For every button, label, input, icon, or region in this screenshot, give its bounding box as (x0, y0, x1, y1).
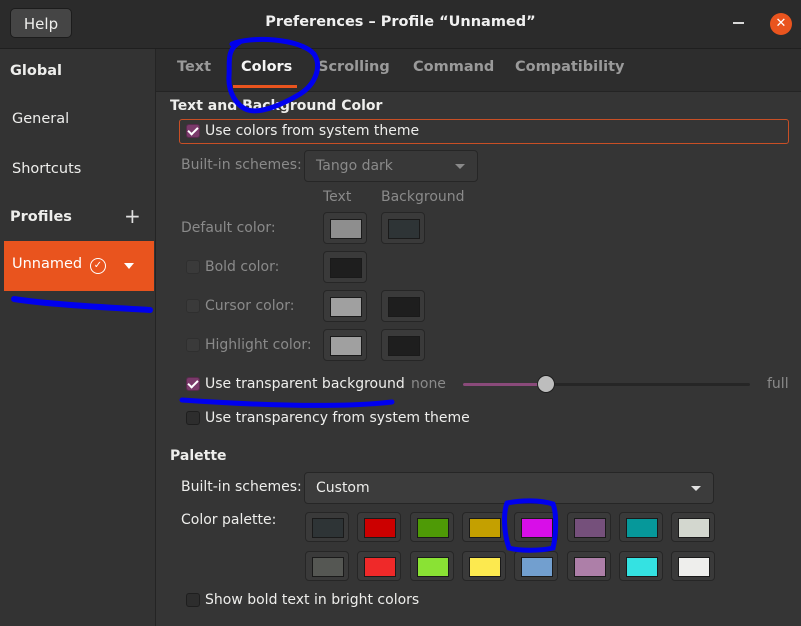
palette-color-3-swatch (468, 518, 501, 538)
window-title: Preferences – Profile “Unnamed” (265, 14, 536, 30)
bold-color-checkbox[interactable] (186, 260, 200, 274)
palette-color-14-swatch (625, 557, 658, 577)
column-header-text: Text (323, 189, 352, 205)
palette-color-9-button[interactable] (357, 551, 402, 581)
bright-bold-label[interactable]: Show bold text in bright colors (205, 592, 419, 608)
palette-color-6-swatch (625, 518, 658, 538)
sidebar-item-shortcuts[interactable]: Shortcuts (12, 161, 81, 177)
tab-command[interactable]: Command (413, 59, 494, 75)
palette-color-9-swatch (364, 557, 397, 577)
builtin-schemes-label: Built-in schemes: (181, 157, 302, 173)
default-text-color-swatch (330, 219, 362, 239)
highlight-color-checkbox[interactable] (186, 338, 200, 352)
sidebar-global-heading[interactable]: Global (10, 63, 62, 79)
palette-color-14-button[interactable] (618, 551, 663, 581)
close-icon[interactable]: ✕ (770, 13, 792, 35)
palette-color-2-button[interactable] (409, 512, 454, 542)
default-background-color-button[interactable] (381, 212, 425, 244)
palette-builtin-schemes-value: Custom (316, 480, 370, 496)
palette-color-1-button[interactable] (357, 512, 402, 542)
palette-color-0-button[interactable] (305, 512, 349, 542)
chevron-down-icon (455, 164, 465, 169)
palette-color-8-swatch (312, 557, 344, 577)
sidebar-item-general[interactable]: General (12, 111, 69, 127)
sidebar-profiles-heading: Profiles (10, 209, 72, 225)
transparent-background-checkbox[interactable] (186, 377, 200, 391)
highlight-text-color-button[interactable] (323, 329, 367, 361)
tab-compatibility[interactable]: Compatibility (515, 59, 624, 75)
palette-color-11-swatch (468, 557, 501, 577)
use-system-colors-label[interactable]: Use colors from system theme (205, 123, 419, 139)
palette-color-5-swatch (573, 518, 606, 538)
profile-name: Unnamed (12, 256, 83, 272)
transparency-full-label: full (767, 376, 789, 392)
palette-color-12-button[interactable] (514, 551, 559, 581)
palette-color-7-swatch (678, 518, 711, 538)
cursor-background-color-swatch (388, 297, 420, 317)
bold-color-label: Bold color: (205, 259, 280, 275)
highlight-background-color-button[interactable] (381, 329, 425, 361)
color-palette-label: Color palette: (181, 512, 277, 528)
palette-color-3-button[interactable] (461, 512, 506, 542)
palette-color-5-button[interactable] (566, 512, 611, 542)
text-builtin-schemes-dropdown[interactable]: Tango dark (304, 150, 478, 182)
highlight-text-color-swatch (330, 336, 362, 356)
transparent-background-label[interactable]: Use transparent background (205, 376, 405, 392)
bright-bold-checkbox[interactable] (186, 593, 200, 607)
default-background-color-swatch (388, 219, 420, 239)
palette-builtin-schemes-dropdown[interactable]: Custom (304, 472, 714, 504)
palette-color-13-swatch (573, 557, 606, 577)
cursor-background-color-button[interactable] (381, 290, 425, 322)
add-profile-icon[interactable]: + (124, 206, 141, 226)
palette-section-title: Palette (170, 448, 227, 464)
palette-color-0-swatch (312, 518, 344, 538)
transparency-slider-fill (463, 383, 547, 386)
palette-color-15-swatch (678, 557, 711, 577)
transparency-none-label: none (411, 376, 446, 392)
profile-menu-chevron-down-icon[interactable] (124, 263, 134, 269)
text-builtin-schemes-value: Tango dark (316, 158, 393, 174)
tab-colors[interactable]: Colors (241, 59, 292, 75)
palette-color-1-swatch (364, 518, 397, 538)
active-tab-indicator (233, 85, 297, 88)
tab-scrolling[interactable]: Scrolling (318, 59, 390, 75)
minimize-icon[interactable] (733, 22, 744, 24)
palette-color-15-button[interactable] (671, 551, 716, 581)
sidebar: Global General Shortcuts Profiles + Unna… (0, 49, 156, 626)
palette-color-8-button[interactable] (305, 551, 349, 581)
cursor-color-label: Cursor color: (205, 298, 295, 314)
palette-color-6-button[interactable] (618, 512, 663, 542)
palette-color-10-button[interactable] (409, 551, 454, 581)
palette-color-4-swatch (521, 518, 554, 538)
highlight-color-label: Highlight color: (205, 337, 312, 353)
transparency-system-checkbox[interactable] (186, 411, 200, 425)
palette-color-4-button[interactable] (514, 512, 559, 542)
title-bar: Help Preferences – Profile “Unnamed” ✕ (0, 0, 801, 49)
column-header-background: Background (381, 189, 465, 205)
cursor-text-color-button[interactable] (323, 290, 367, 322)
text-background-section-title: Text and Background Color (170, 98, 383, 114)
palette-color-12-swatch (521, 557, 554, 577)
sidebar-item-profile-unnamed[interactable]: Unnamed ✓ (4, 241, 154, 291)
palette-color-7-button[interactable] (671, 512, 716, 542)
use-system-colors-checkbox[interactable] (186, 124, 200, 138)
cursor-color-checkbox[interactable] (186, 299, 200, 313)
bold-color-swatch (330, 258, 362, 278)
cursor-text-color-swatch (330, 297, 362, 317)
default-profile-check-icon: ✓ (90, 258, 106, 274)
palette-color-10-swatch (416, 557, 449, 577)
palette-color-11-button[interactable] (461, 551, 506, 581)
default-text-color-button[interactable] (323, 212, 367, 244)
highlight-background-color-swatch (388, 336, 420, 356)
chevron-down-icon (691, 486, 701, 491)
transparency-system-label[interactable]: Use transparency from system theme (205, 410, 470, 426)
palette-builtin-schemes-label: Built-in schemes: (181, 479, 302, 495)
palette-color-2-swatch (416, 518, 449, 538)
palette-color-13-button[interactable] (566, 551, 611, 581)
tab-text[interactable]: Text (177, 59, 211, 75)
bold-color-button[interactable] (323, 251, 367, 283)
default-color-label: Default color: (181, 220, 276, 236)
